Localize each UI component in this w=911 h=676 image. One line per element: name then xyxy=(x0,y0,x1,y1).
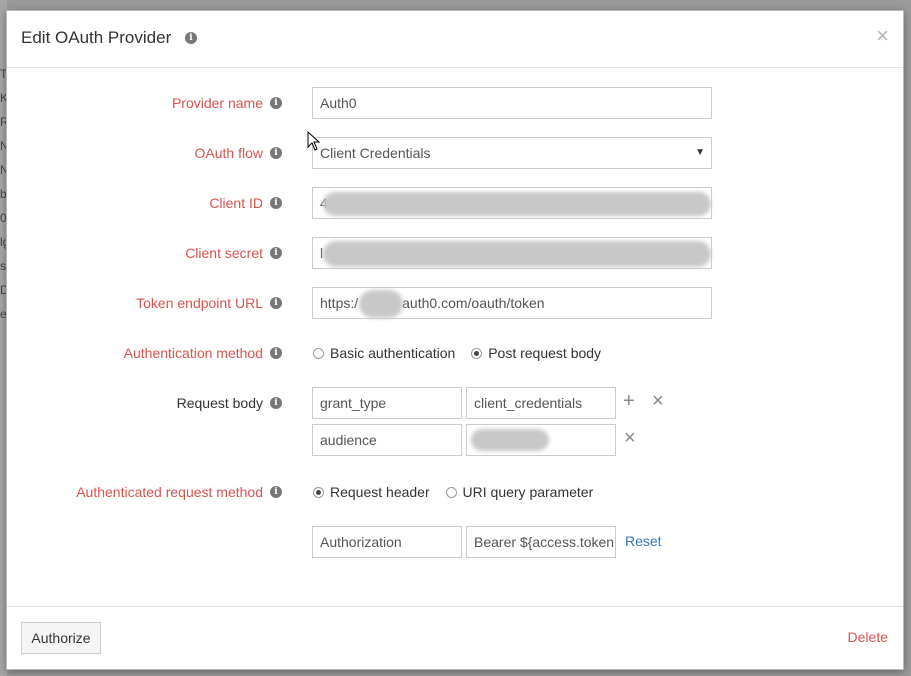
provider-name-input[interactable]: Auth0 xyxy=(312,87,712,119)
request-body-key-input[interactable]: audience xyxy=(312,424,462,456)
caret-down-icon: ▼ xyxy=(695,147,705,158)
redacted-client-id xyxy=(323,192,711,216)
info-icon[interactable]: i xyxy=(270,347,282,359)
request-header-radio[interactable] xyxy=(313,486,324,498)
dialog-footer: Authorize Delete xyxy=(7,606,903,669)
info-icon[interactable]: i xyxy=(270,397,282,409)
token-endpoint-prefix: https:/ xyxy=(320,295,359,311)
oauth-flow-row: OAuth flow xyxy=(7,145,263,165)
authenticated-request-method-row: Authenticated request method xyxy=(7,484,263,504)
request-body-row: Request body xyxy=(7,395,263,415)
mouse-cursor-icon xyxy=(307,131,321,151)
edit-oauth-provider-dialog: Edit OAuth Provider i × Provider name i … xyxy=(6,10,904,670)
uri-query-radio[interactable] xyxy=(445,486,457,498)
request-header-option[interactable]: Request header xyxy=(313,484,430,500)
add-icon[interactable]: + xyxy=(623,391,635,411)
authenticated-request-method-radio-group: Request header URI query parameter xyxy=(313,484,605,500)
redacted-tenant xyxy=(359,290,403,318)
remove-icon[interactable]: × xyxy=(652,391,664,411)
reset-link[interactable]: Reset xyxy=(625,533,662,549)
delete-link[interactable]: Delete xyxy=(848,629,888,645)
uri-query-option[interactable]: URI query parameter xyxy=(445,484,593,500)
redacted-audience xyxy=(471,429,549,451)
dialog-header: Edit OAuth Provider i × xyxy=(7,11,903,68)
token-endpoint-suffix: auth0.com/oauth/token xyxy=(402,295,545,311)
client-secret-label: Client secret xyxy=(185,245,263,261)
token-endpoint-row: Token endpoint URL xyxy=(7,295,263,315)
request-body-label: Request body xyxy=(176,395,263,411)
client-id-row: Client ID xyxy=(7,195,263,215)
oauth-flow-selected-value: Client Credentials xyxy=(320,145,431,161)
basic-auth-option[interactable]: Basic authentication xyxy=(313,345,455,361)
basic-auth-radio[interactable] xyxy=(313,347,324,359)
auth-method-radio-group: Basic authentication Post request body xyxy=(313,345,613,361)
post-body-radio[interactable] xyxy=(471,347,483,359)
dialog-title: Edit OAuth Provider xyxy=(21,28,172,47)
auth-method-row: Authentication method xyxy=(7,345,263,365)
token-endpoint-label: Token endpoint URL xyxy=(136,295,263,311)
info-icon[interactable]: i xyxy=(270,147,282,159)
redacted-client-secret xyxy=(323,241,711,267)
oauth-flow-select[interactable]: Client Credentials ▼ xyxy=(312,137,712,169)
request-body-key-input[interactable]: grant_type xyxy=(312,387,462,419)
info-icon[interactable]: i xyxy=(270,197,282,209)
auth-method-label: Authentication method xyxy=(123,345,263,361)
info-icon[interactable]: i xyxy=(270,247,282,259)
info-icon[interactable]: i xyxy=(270,297,282,309)
client-id-label: Client ID xyxy=(209,195,263,211)
oauth-flow-label: OAuth flow xyxy=(194,145,263,161)
client-secret-row: Client secret xyxy=(7,245,263,265)
info-icon[interactable]: i xyxy=(270,97,282,109)
post-body-option[interactable]: Post request body xyxy=(471,345,601,361)
authenticated-request-method-label: Authenticated request method xyxy=(76,484,263,500)
remove-icon[interactable]: × xyxy=(624,428,636,448)
info-icon[interactable]: i xyxy=(185,32,197,44)
header-name-input[interactable]: Authorization xyxy=(312,526,462,558)
info-icon[interactable]: i xyxy=(270,486,282,498)
authorize-button[interactable]: Authorize xyxy=(21,622,101,654)
provider-name-label: Provider name xyxy=(171,95,263,111)
request-body-value-input[interactable]: client_credentials xyxy=(466,387,616,419)
close-icon[interactable]: × xyxy=(876,25,889,47)
header-value-input[interactable]: Bearer ${access.token xyxy=(466,526,616,558)
provider-name-row: Provider name xyxy=(7,95,263,115)
